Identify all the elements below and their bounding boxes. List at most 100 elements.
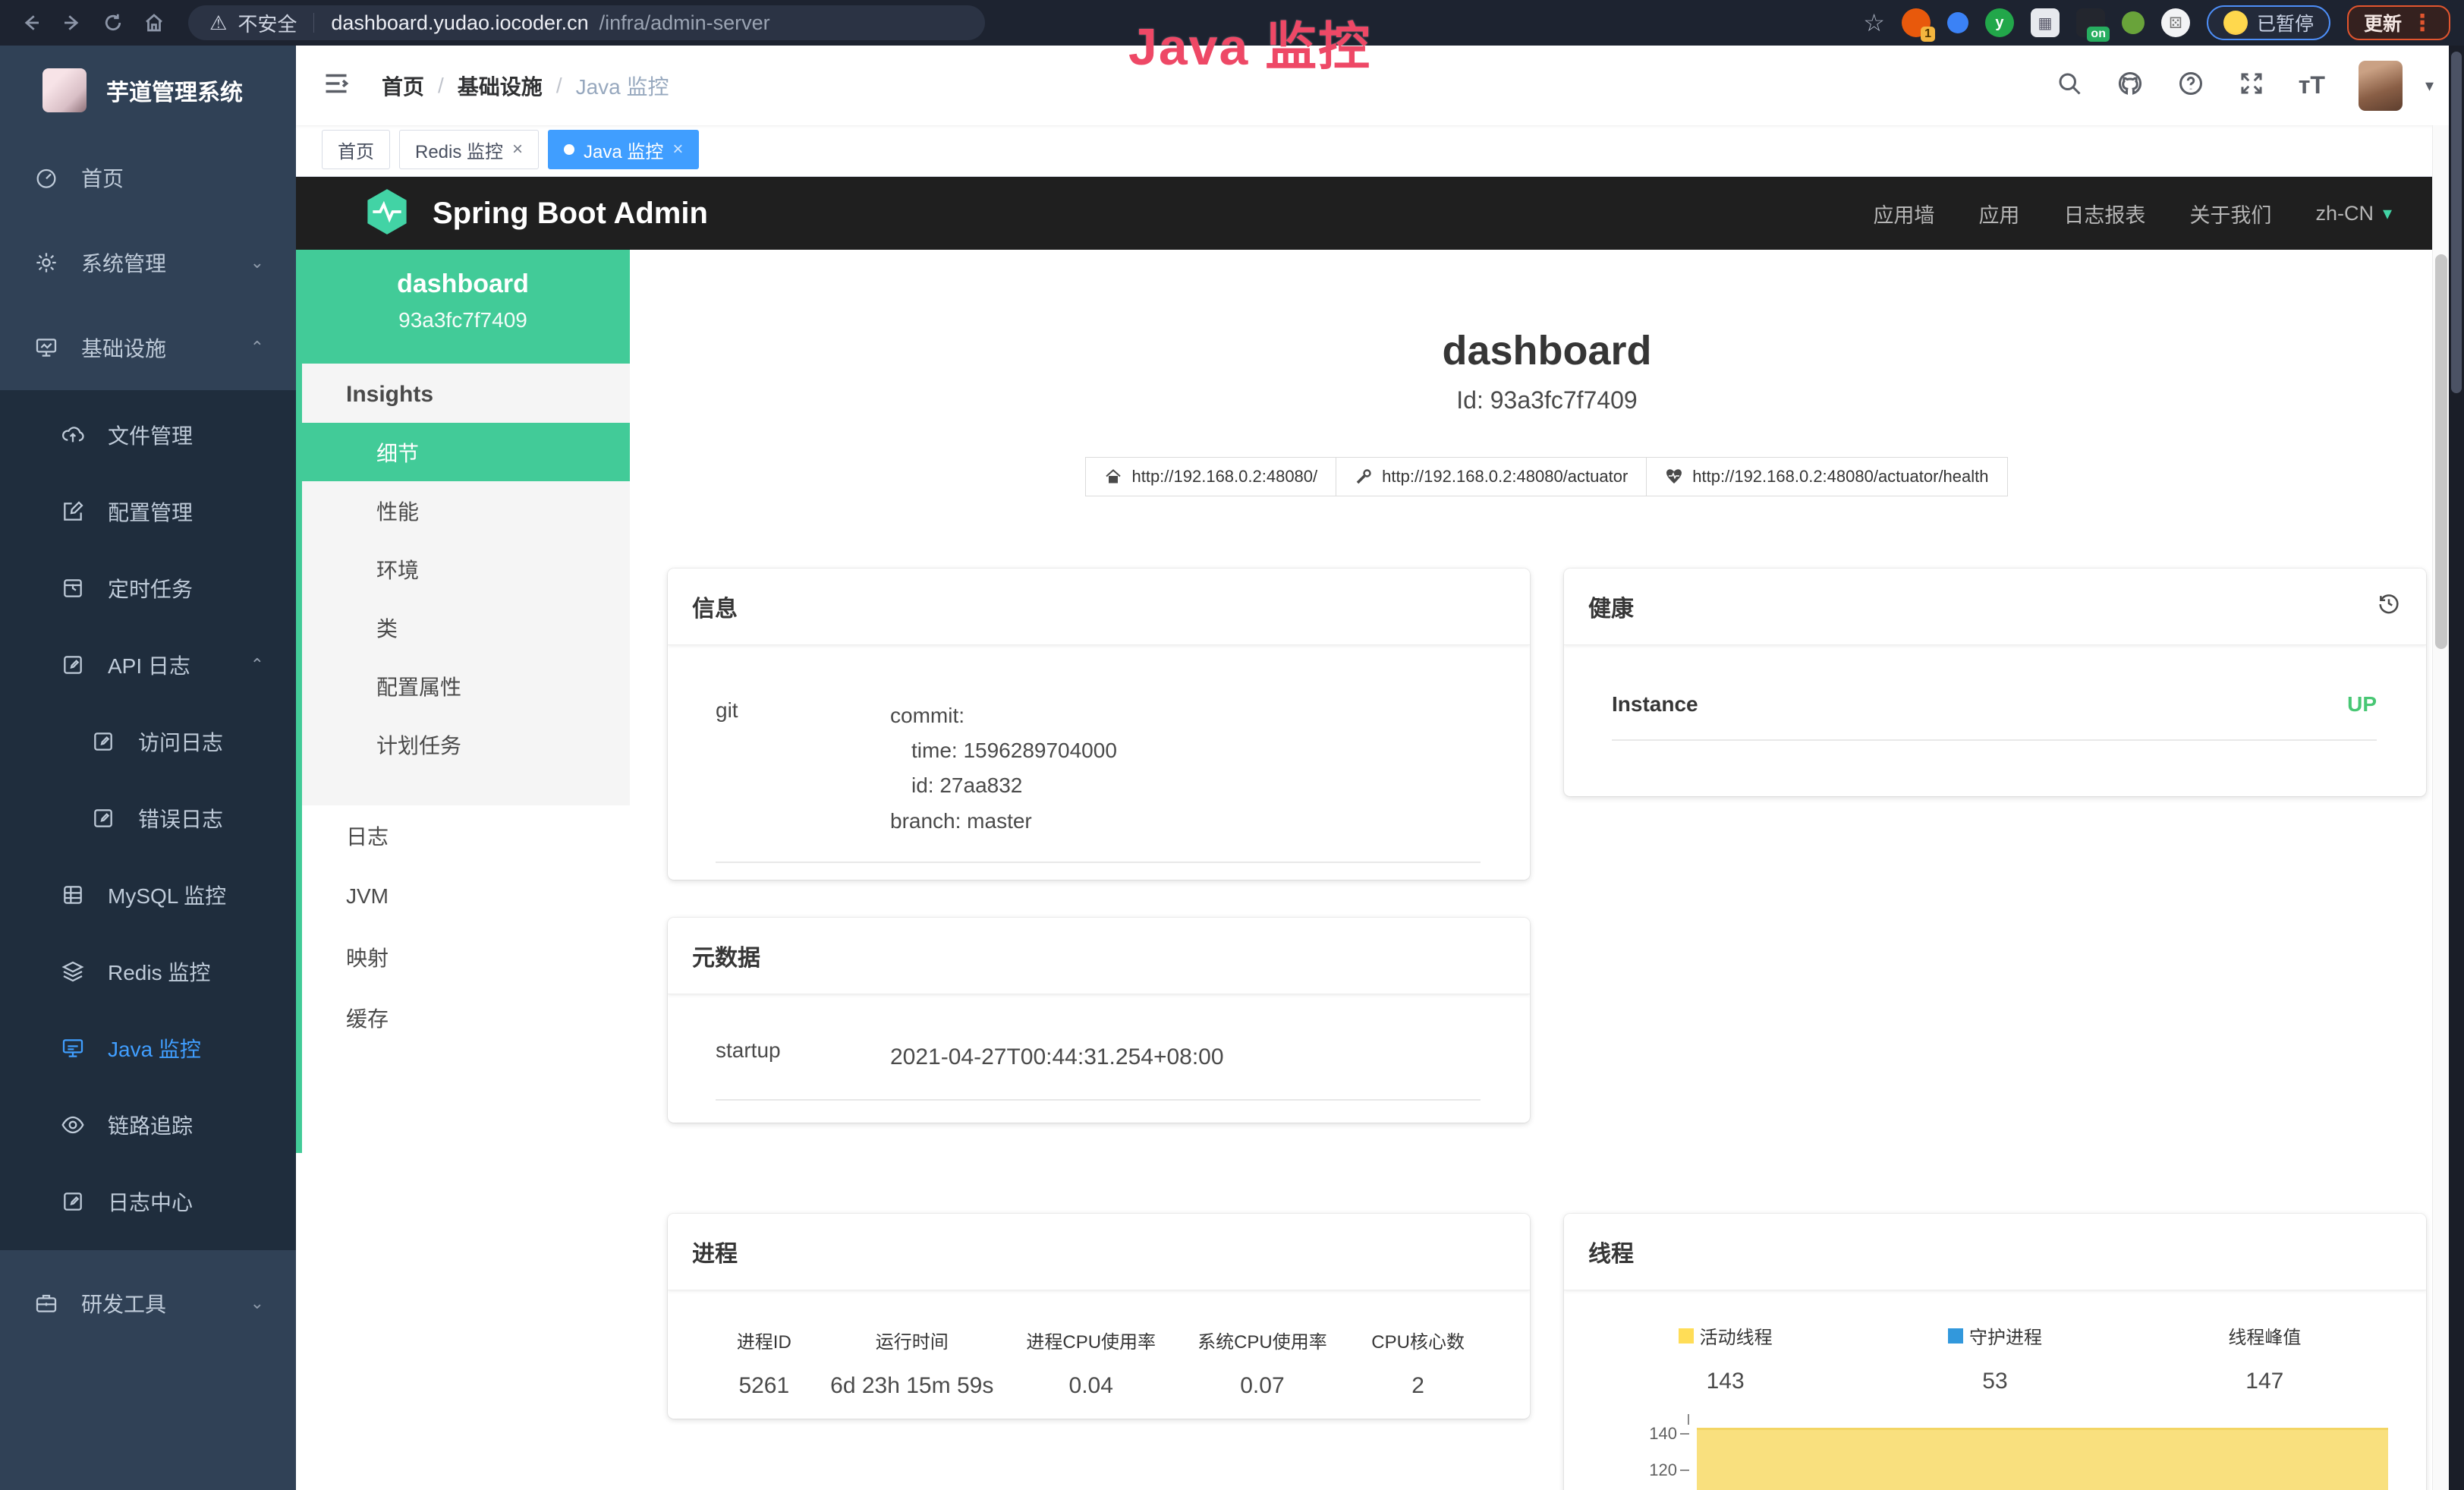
chevron-up-icon: ⌃ [250, 338, 264, 358]
sba-item-classes[interactable]: 类 [296, 598, 630, 657]
sba-language-select[interactable]: zh-CN ▾ [2315, 202, 2392, 225]
tab-redis[interactable]: Redis 监控 × [399, 130, 539, 169]
instance-id-line: Id: 93a3fc7f7409 [630, 386, 2464, 414]
sidebar-item-trace[interactable]: 链路追踪 [0, 1086, 296, 1163]
sidebar-item-config[interactable]: 配置管理 [0, 473, 296, 550]
breadcrumb-infra[interactable]: 基础设施 [458, 71, 543, 101]
process-uptime-value: 6d 23h 15m 59s [819, 1373, 1005, 1399]
sidebar-item-java[interactable]: Java 监控 [0, 1010, 296, 1086]
sidebar-item-access-log[interactable]: 访问日志 [0, 703, 296, 780]
sidebar-item-home[interactable]: 首页 [0, 135, 296, 220]
sba-item-logs[interactable]: 日志 [296, 805, 630, 866]
bookmark-star-icon[interactable]: ☆ [1863, 8, 1885, 37]
sidebar-item-label: 研发工具 [81, 1288, 166, 1318]
process-card-title: 进程 [668, 1214, 1530, 1290]
actuator-url-link[interactable]: http://192.168.0.2:48080/actuator [1336, 457, 1647, 496]
sidebar-item-label: Java 监控 [108, 1033, 201, 1063]
update-button[interactable]: 更新 ⋮ [2347, 5, 2450, 40]
sidebar-item-api-log[interactable]: API 日志 ⌃ [0, 626, 296, 703]
extension-pin-icon[interactable] [1947, 12, 1968, 33]
extension-dark-icon[interactable]: on [2076, 8, 2105, 37]
dashboard-icon [34, 165, 58, 190]
sidebar-item-log-center[interactable]: 日志中心 [0, 1163, 296, 1240]
close-icon[interactable]: × [512, 139, 523, 160]
service-url-link[interactable]: http://192.168.0.2:48080/ [1085, 457, 1336, 496]
app-logo-row[interactable]: 芋道管理系统 [0, 46, 296, 135]
url-domain[interactable]: dashboard.yudao.iocoder.cn [331, 11, 588, 35]
avatar-caret-icon[interactable]: ▾ [2425, 76, 2434, 96]
sba-brand-title[interactable]: Spring Boot Admin [433, 197, 708, 231]
sidebar-item-error-log[interactable]: 错误日志 [0, 780, 296, 856]
sba-item-mappings[interactable]: 映射 [296, 927, 630, 988]
sba-nav-about[interactable]: 关于我们 [2189, 199, 2271, 228]
tab-home[interactable]: 首页 [322, 130, 390, 169]
ytick-120: 120 [1649, 1460, 1677, 1480]
extension-icon[interactable]: 1 [1902, 8, 1931, 37]
content-scrollbar-thumb[interactable] [2435, 254, 2447, 649]
log-edit-icon [91, 729, 115, 754]
fullscreen-icon[interactable] [2238, 70, 2265, 101]
history-icon[interactable] [2376, 591, 2402, 622]
user-avatar[interactable] [2359, 61, 2403, 111]
extensions-puzzle-icon[interactable]: ⚄ [2161, 8, 2190, 37]
health-card: 健康 Instance UP [1564, 569, 2426, 796]
browser-reload-icon[interactable] [96, 5, 131, 40]
sba-nav-journal[interactable]: 日志报表 [2063, 199, 2145, 228]
sidebar-item-system[interactable]: 系统管理 ⌄ [0, 220, 296, 305]
actuator-url-label: http://192.168.0.2:48080/actuator [1382, 467, 1628, 487]
app-sidebar: 芋道管理系统 首页 系统管理 ⌄ 基础设施 ⌃ 文件管理 [0, 46, 296, 1490]
sidebar-item-label: 错误日志 [138, 803, 223, 833]
browser-scrollbar[interactable] [2449, 46, 2464, 1490]
close-icon[interactable]: × [672, 139, 683, 160]
sidebar-item-file[interactable]: 文件管理 [0, 396, 296, 473]
sidebar-item-redis[interactable]: Redis 监控 [0, 933, 296, 1010]
sba-item-details[interactable]: 细节 [296, 423, 630, 481]
sba-item-config-props[interactable]: 配置属性 [296, 657, 630, 715]
sba-item-caches[interactable]: 缓存 [296, 988, 630, 1048]
sidebar-item-label: MySQL 监控 [108, 880, 226, 910]
git-value: commit: time: 1596289704000 id: 27aa832 … [890, 698, 1117, 839]
font-size-icon[interactable]: тT [2299, 71, 2325, 99]
health-url-link[interactable]: http://192.168.0.2:48080/actuator/health [1646, 457, 2007, 496]
github-icon[interactable] [2116, 70, 2144, 101]
sidebar-item-dev-tools[interactable]: 研发工具 ⌄ [0, 1261, 296, 1346]
sba-item-scheduled-tasks[interactable]: 计划任务 [296, 715, 630, 773]
help-icon[interactable] [2177, 70, 2204, 101]
extension-badge: 1 [1921, 27, 1935, 42]
profile-paused-pill[interactable]: 已暂停 [2207, 5, 2330, 40]
tab-java[interactable]: Java 监控 × [548, 130, 699, 169]
sba-item-jvm[interactable]: JVM [296, 866, 630, 927]
browser-scrollbar-thumb[interactable] [2451, 52, 2462, 393]
health-url-label: http://192.168.0.2:48080/actuator/health [1692, 467, 1988, 487]
sidebar-item-job[interactable]: 定时任务 [0, 550, 296, 626]
browser-menu-icon[interactable]: ⋮ [2411, 10, 2434, 36]
extension-y-letter: y [1995, 14, 2003, 32]
sidebar-item-label: 文件管理 [108, 420, 193, 450]
sba-item-environment[interactable]: 环境 [296, 540, 630, 598]
address-bar[interactable]: ⚠ 不安全 dashboard.yudao.iocoder.cn/infra/a… [188, 5, 985, 40]
url-path[interactable]: /infra/admin-server [599, 11, 770, 35]
process-col-header: 进程CPU使用率 [1005, 1327, 1177, 1353]
sidebar-item-label: 系统管理 [81, 247, 166, 278]
process-col-header: 运行时间 [819, 1327, 1005, 1353]
sba-item-metrics[interactable]: 性能 [296, 481, 630, 540]
sba-nav-wallboard[interactable]: 应用墙 [1873, 199, 1934, 228]
extension-y-icon[interactable]: y [1985, 8, 2014, 37]
sidebar-item-label: API 日志 [108, 650, 190, 680]
browser-forward-icon[interactable] [55, 5, 90, 40]
sidebar-item-infra[interactable]: 基础设施 ⌃ [0, 305, 296, 390]
breadcrumb-home[interactable]: 首页 [382, 71, 424, 101]
sba-nav-applications[interactable]: 应用 [1978, 199, 2019, 228]
sba-instance-header[interactable]: dashboard 93a3fc7f7409 [296, 250, 630, 364]
sidebar-item-mysql[interactable]: MySQL 监控 [0, 856, 296, 933]
search-icon[interactable] [2056, 70, 2083, 101]
security-label[interactable]: 不安全 [238, 9, 297, 37]
chevron-down-icon: ▾ [2383, 203, 2392, 225]
hamburger-icon[interactable] [323, 70, 350, 101]
browser-home-icon[interactable] [137, 5, 172, 40]
extension-leaf-icon[interactable] [2122, 11, 2145, 34]
content-scrollbar[interactable] [2432, 125, 2449, 1490]
threads-chart: 140 120 100 [1591, 1423, 2399, 1490]
browser-back-icon[interactable] [14, 5, 49, 40]
extension-grid-icon[interactable]: ▦ [2031, 8, 2060, 37]
